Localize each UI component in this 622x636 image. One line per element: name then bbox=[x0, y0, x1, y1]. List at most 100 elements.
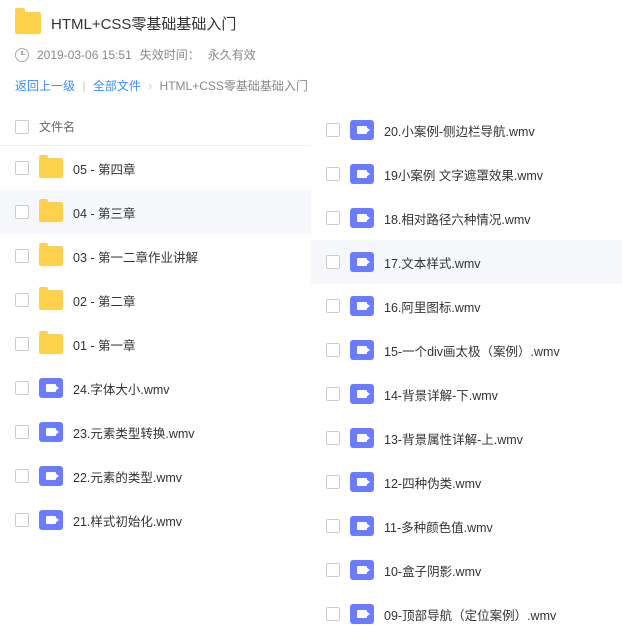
video-icon bbox=[350, 208, 374, 228]
row-checkbox[interactable] bbox=[326, 387, 340, 401]
video-icon bbox=[39, 466, 63, 486]
row-checkbox[interactable] bbox=[15, 293, 29, 307]
file-name: 02 - 第二章 bbox=[73, 291, 136, 310]
file-row[interactable]: 24.字体大小.wmv bbox=[0, 366, 311, 410]
file-row[interactable]: 03 - 第一二章作业讲解 bbox=[0, 234, 311, 278]
file-name: 13-背景属性详解-上.wmv bbox=[384, 429, 523, 448]
row-checkbox[interactable] bbox=[326, 299, 340, 313]
file-name: 01 - 第一章 bbox=[73, 335, 136, 354]
file-name: 14-背景详解-下.wmv bbox=[384, 385, 498, 404]
datetime-text: 2019-03-06 15:51 bbox=[37, 48, 132, 62]
folder-icon bbox=[39, 202, 63, 222]
file-name: 19小案例 文字遮罩效果.wmv bbox=[384, 165, 543, 184]
file-row[interactable]: 22.元素的类型.wmv bbox=[0, 454, 311, 498]
video-icon bbox=[350, 120, 374, 140]
list-header: 文件名 bbox=[0, 108, 311, 146]
file-name: 05 - 第四章 bbox=[73, 159, 136, 178]
video-icon bbox=[350, 428, 374, 448]
file-browser: HTML+CSS零基础基础入门 2019-03-06 15:51 失效时间： 永… bbox=[0, 0, 622, 636]
file-row[interactable]: 09-顶部导航（定位案例）.wmv bbox=[311, 592, 622, 636]
video-icon bbox=[350, 384, 374, 404]
folder-icon bbox=[39, 334, 63, 354]
file-name: 04 - 第三章 bbox=[73, 203, 136, 222]
left-file-list: 05 - 第四章 04 - 第三章 03 - 第一二章作业讲解 02 - 第二章 01 … bbox=[0, 146, 311, 542]
row-checkbox[interactable] bbox=[15, 469, 29, 483]
file-row[interactable]: 18.相对路径六种情况.wmv bbox=[311, 196, 622, 240]
file-row[interactable]: 23.元素类型转换.wmv bbox=[0, 410, 311, 454]
breadcrumb-back-link[interactable]: 返回上一级 bbox=[15, 79, 75, 93]
title-row: HTML+CSS零基础基础入门 bbox=[15, 12, 607, 34]
row-checkbox[interactable] bbox=[15, 337, 29, 351]
file-row[interactable]: 12-四种伪类.wmv bbox=[311, 460, 622, 504]
video-icon bbox=[350, 252, 374, 272]
file-name: 10-盒子阴影.wmv bbox=[384, 561, 481, 580]
file-row[interactable]: 02 - 第二章 bbox=[0, 278, 311, 322]
video-icon bbox=[350, 340, 374, 360]
meta-row: 2019-03-06 15:51 失效时间： 永久有效 bbox=[15, 46, 607, 63]
row-checkbox[interactable] bbox=[326, 255, 340, 269]
folder-icon bbox=[39, 246, 63, 266]
file-row[interactable]: 01 - 第一章 bbox=[0, 322, 311, 366]
file-name: 20.小案例-侧边栏导航.wmv bbox=[384, 121, 535, 140]
file-row[interactable]: 19小案例 文字遮罩效果.wmv bbox=[311, 152, 622, 196]
row-checkbox[interactable] bbox=[326, 211, 340, 225]
file-row[interactable]: 10-盒子阴影.wmv bbox=[311, 548, 622, 592]
column-header-name: 文件名 bbox=[39, 118, 75, 135]
row-checkbox[interactable] bbox=[15, 249, 29, 263]
row-checkbox[interactable] bbox=[326, 431, 340, 445]
video-icon bbox=[350, 164, 374, 184]
file-name: 18.相对路径六种情况.wmv bbox=[384, 209, 531, 228]
row-checkbox[interactable] bbox=[15, 425, 29, 439]
breadcrumb-sep: › bbox=[148, 79, 152, 93]
folder-icon bbox=[39, 290, 63, 310]
file-name: 16.阿里图标.wmv bbox=[384, 297, 481, 316]
row-checkbox[interactable] bbox=[15, 161, 29, 175]
file-row[interactable]: 21.样式初始化.wmv bbox=[0, 498, 311, 542]
row-checkbox[interactable] bbox=[326, 123, 340, 137]
file-name: 12-四种伪类.wmv bbox=[384, 473, 481, 492]
file-name: 15-一个div画太极（案例）.wmv bbox=[384, 341, 560, 360]
video-icon bbox=[39, 378, 63, 398]
file-row[interactable]: 11-多种颜色值.wmv bbox=[311, 504, 622, 548]
file-name: 22.元素的类型.wmv bbox=[73, 467, 182, 486]
breadcrumb: 返回上一级 | 全部文件 › HTML+CSS零基础基础入门 bbox=[15, 77, 607, 94]
row-checkbox[interactable] bbox=[326, 519, 340, 533]
row-checkbox[interactable] bbox=[326, 167, 340, 181]
file-name: 11-多种颜色值.wmv bbox=[384, 517, 493, 536]
row-checkbox[interactable] bbox=[15, 205, 29, 219]
file-columns: 文件名 05 - 第四章 04 - 第三章 03 - 第一二章作业讲解 02 - 第二… bbox=[0, 108, 622, 636]
file-row[interactable]: 13-背景属性详解-上.wmv bbox=[311, 416, 622, 460]
row-checkbox[interactable] bbox=[326, 563, 340, 577]
left-column: 文件名 05 - 第四章 04 - 第三章 03 - 第一二章作业讲解 02 - 第二… bbox=[0, 108, 311, 636]
file-row[interactable]: 16.阿里图标.wmv bbox=[311, 284, 622, 328]
folder-icon bbox=[15, 12, 41, 34]
row-checkbox[interactable] bbox=[326, 607, 340, 621]
video-icon bbox=[39, 510, 63, 530]
breadcrumb-all-link[interactable]: 全部文件 bbox=[93, 79, 141, 93]
right-file-list: 20.小案例-侧边栏导航.wmv 19小案例 文字遮罩效果.wmv 18.相对路径六… bbox=[311, 108, 622, 636]
file-name: 23.元素类型转换.wmv bbox=[73, 423, 195, 442]
file-row[interactable]: 04 - 第三章 bbox=[0, 190, 311, 234]
row-checkbox[interactable] bbox=[15, 381, 29, 395]
file-name: 09-顶部导航（定位案例）.wmv bbox=[384, 605, 556, 624]
expiry-label: 失效时间： bbox=[140, 46, 200, 63]
folder-title: HTML+CSS零基础基础入门 bbox=[51, 13, 236, 34]
expiry-value: 永久有效 bbox=[208, 46, 256, 63]
select-all-checkbox[interactable] bbox=[15, 120, 29, 134]
file-name: 21.样式初始化.wmv bbox=[73, 511, 182, 530]
header: HTML+CSS零基础基础入门 2019-03-06 15:51 失效时间： 永… bbox=[0, 0, 622, 108]
video-icon bbox=[350, 604, 374, 624]
file-row[interactable]: 20.小案例-侧边栏导航.wmv bbox=[311, 108, 622, 152]
breadcrumb-sep: | bbox=[82, 79, 85, 93]
file-row[interactable]: 17.文本样式.wmv bbox=[311, 240, 622, 284]
row-checkbox[interactable] bbox=[326, 343, 340, 357]
file-row[interactable]: 14-背景详解-下.wmv bbox=[311, 372, 622, 416]
file-row[interactable]: 15-一个div画太极（案例）.wmv bbox=[311, 328, 622, 372]
row-checkbox[interactable] bbox=[15, 513, 29, 527]
file-name: 24.字体大小.wmv bbox=[73, 379, 170, 398]
file-name: 17.文本样式.wmv bbox=[384, 253, 481, 272]
file-row[interactable]: 05 - 第四章 bbox=[0, 146, 311, 190]
clock-icon bbox=[15, 48, 29, 62]
file-name: 03 - 第一二章作业讲解 bbox=[73, 247, 198, 266]
row-checkbox[interactable] bbox=[326, 475, 340, 489]
